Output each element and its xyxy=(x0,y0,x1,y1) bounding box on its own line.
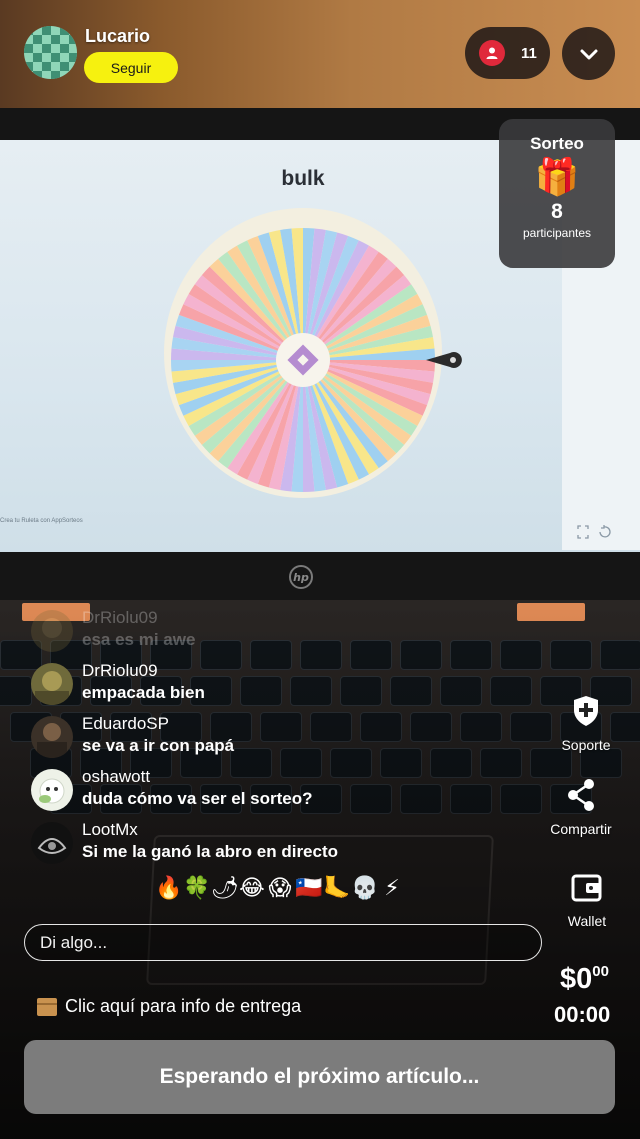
chat-message: EduardoSP se va a ir con papá xyxy=(31,714,531,762)
chevron-down-icon xyxy=(580,49,597,59)
delivery-info-link[interactable]: Clic aquí para info de entrega xyxy=(37,996,301,1017)
emoji-laugh[interactable]: 😂 xyxy=(239,876,265,912)
chat-username[interactable]: EduardoSP xyxy=(82,714,169,734)
chat-avatar[interactable] xyxy=(31,663,73,705)
delivery-info-text: Clic aquí para info de entrega xyxy=(65,996,302,1016)
emoji-clover[interactable]: 🍀 xyxy=(183,876,210,912)
chat-avatar[interactable] xyxy=(31,716,73,758)
emoji-skull[interactable]: 💀 xyxy=(351,876,378,912)
chat-message: DrRiolu09 empacada bien xyxy=(31,661,531,709)
chat-avatar[interactable] xyxy=(31,769,73,811)
chat-message: oshawott duda cómo va ser el sorteo? xyxy=(31,767,531,815)
wallet-icon xyxy=(571,874,602,902)
chat-username[interactable]: LootMx xyxy=(82,820,138,840)
chat-text: esa es mi awe xyxy=(82,630,196,649)
price-cents: 00 xyxy=(592,963,609,980)
chat-username[interactable]: DrRiolu09 xyxy=(82,608,158,628)
collapse-button[interactable] xyxy=(562,27,615,80)
emoji-foot[interactable]: 🦶 xyxy=(323,876,350,912)
chat-text: duda cómo va ser el sorteo? xyxy=(82,789,313,808)
streamer-avatar[interactable] xyxy=(24,26,77,79)
fullscreen-icon xyxy=(577,525,611,539)
screen-footer-text: Crea tu Ruleta con AppSorteos xyxy=(0,518,83,524)
prize-wheel-graphic xyxy=(164,208,442,498)
person-icon xyxy=(479,40,505,66)
chat-username[interactable]: oshawott xyxy=(82,767,150,787)
support-label: Soporte xyxy=(561,737,611,753)
wallet-button[interactable]: Wallet xyxy=(560,872,614,929)
viewer-count-badge[interactable]: 11 xyxy=(465,27,550,79)
hp-logo-icon: hp xyxy=(289,565,313,589)
emoji-pepper[interactable]: 🌶 xyxy=(211,876,239,912)
gift-icon: 🎁 xyxy=(534,157,580,198)
follow-button[interactable]: Seguir xyxy=(84,52,178,83)
chat-text: Si me la ganó la abro en directo xyxy=(82,842,339,861)
shield-plus-icon xyxy=(574,696,598,726)
package-icon xyxy=(37,997,57,1016)
emoji-flag-chile[interactable]: 🇨🇱 xyxy=(295,876,322,912)
chat-message: DrRiolu09 esa es mi awe xyxy=(31,608,531,656)
chat-avatar[interactable] xyxy=(31,610,73,652)
chat-avatar[interactable] xyxy=(31,822,73,864)
chat-text: empacada bien xyxy=(82,683,205,702)
chat-text: se va a ir con papá xyxy=(82,736,235,755)
raffle-card[interactable]: Sorteo 🎁 8 participantes xyxy=(499,119,615,268)
chat-input[interactable] xyxy=(24,924,542,961)
share-button[interactable]: Compartir xyxy=(543,778,619,837)
raffle-title: Sorteo xyxy=(530,134,584,153)
streamer-name[interactable]: Lucario xyxy=(85,26,150,47)
viewer-count: 11 xyxy=(521,44,537,62)
emoji-reaction-bar: 🔥 🍀 🌶 😂 😱 🇨🇱 🦶 💀 ⚡ xyxy=(155,876,405,912)
chat-message: LootMx Si me la ganó la abro en directo xyxy=(31,820,531,868)
price-display: $000 xyxy=(560,963,609,996)
wheel-pointer-icon xyxy=(426,352,462,368)
prize-wheel xyxy=(164,208,444,498)
waiting-next-item-button[interactable]: Esperando el próximo artículo... xyxy=(24,1040,615,1114)
auction-timer: 00:00 xyxy=(554,1002,611,1027)
price-main: $0 xyxy=(560,963,593,995)
emoji-fire[interactable]: 🔥 xyxy=(155,876,182,912)
emoji-lightning[interactable]: ⚡ xyxy=(379,876,405,912)
raffle-participant-count: 8 xyxy=(551,200,563,223)
support-button[interactable]: Soporte xyxy=(555,694,617,753)
share-label: Compartir xyxy=(550,821,612,837)
emoji-scream[interactable]: 😱 xyxy=(267,876,293,912)
chat-username[interactable]: DrRiolu09 xyxy=(82,661,158,681)
wallet-label: Wallet xyxy=(567,913,607,929)
share-icon xyxy=(568,779,594,811)
raffle-participants-label: participantes xyxy=(522,226,592,240)
